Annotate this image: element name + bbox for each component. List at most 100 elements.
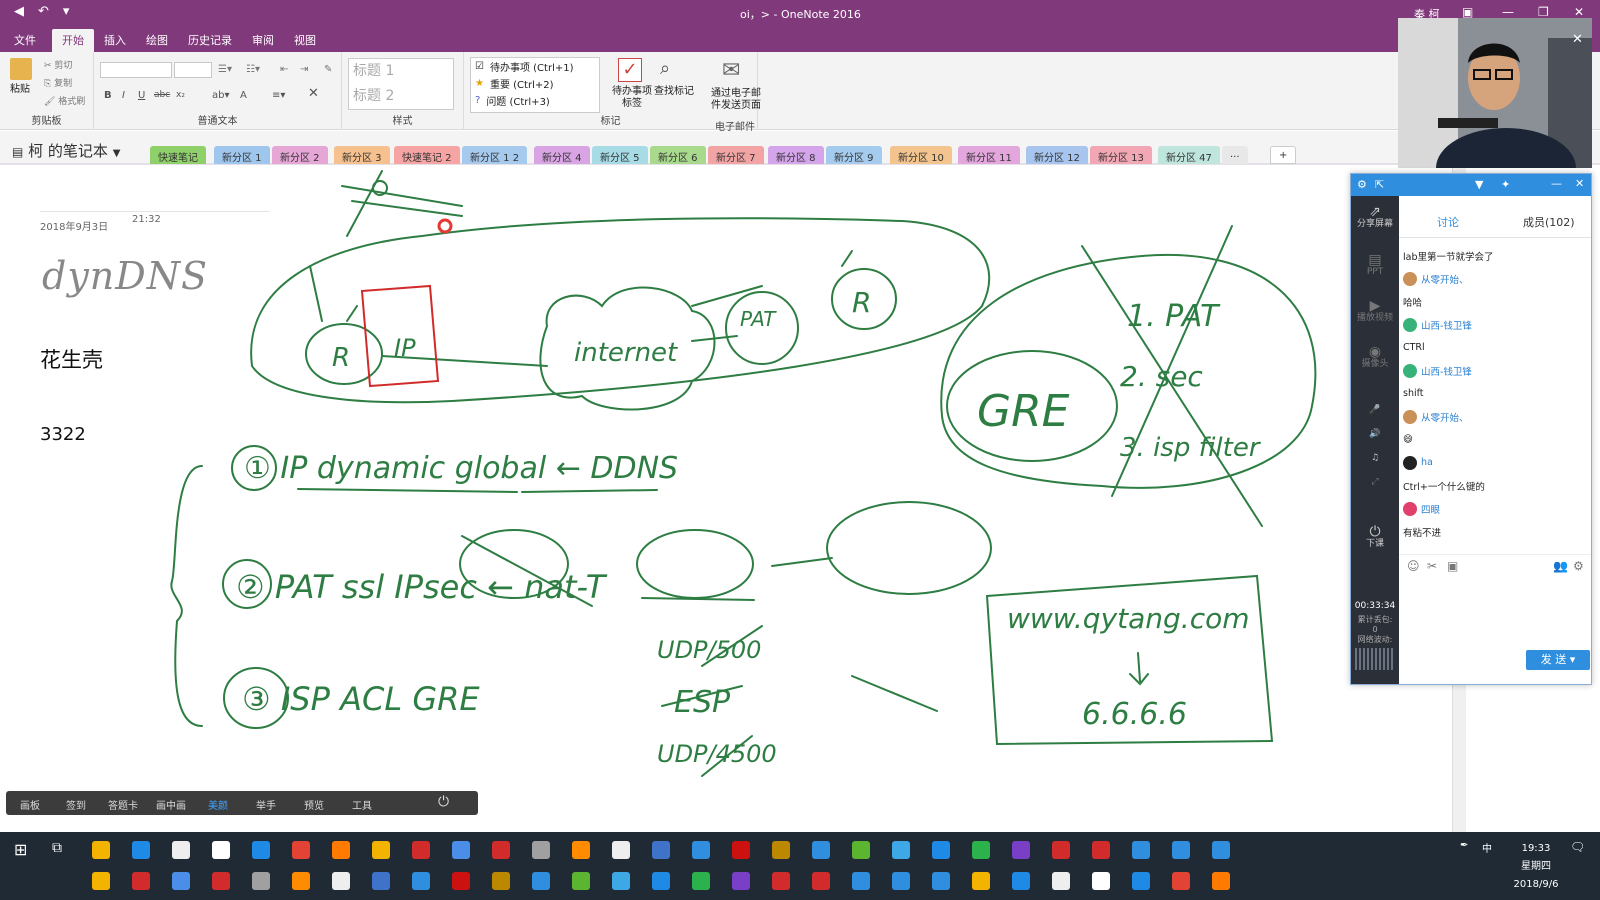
bullets-icon[interactable]: ☰▾ [218,64,232,75]
section-tab[interactable]: 新分区 13 [1090,146,1152,164]
tag-important[interactable]: ★ 重要 (Ctrl+2) [471,75,599,92]
windows-start-icon[interactable]: ⊞ [14,840,27,859]
taskbar-app-icon[interactable] [892,872,910,890]
bold-button[interactable]: B [104,90,112,101]
share-icon[interactable]: ⇱ [1375,178,1384,191]
tab-draw[interactable]: 绘图 [146,32,168,48]
section-tab[interactable]: 快速笔记 [150,146,206,164]
italic-button[interactable]: I [122,90,125,101]
clock[interactable]: 19:33 星期四 2018/9/6 [1506,840,1566,894]
taskbar-app-icon[interactable] [452,872,470,890]
taskbar-app-icon[interactable] [92,872,110,890]
section-tab[interactable]: 新分区 8 [768,146,824,164]
tab-members[interactable]: 成员(102) [1523,214,1575,230]
dropdown-icon[interactable]: ▼ [1475,178,1483,191]
tool-signin[interactable]: 签到 [66,797,86,812]
taskbar-app-icon[interactable] [292,872,310,890]
task-view-icon[interactable]: ⧉ [52,840,62,856]
taskbar-app-icon[interactable] [412,841,430,859]
todo-tag-icon[interactable]: ✓ [618,58,642,82]
taskbar-app-icon[interactable] [612,872,630,890]
add-section-button[interactable]: + [1270,146,1297,164]
styles-gallery[interactable]: 标题 1 标题 2 [348,58,454,110]
tool-pip[interactable]: 画中画 [156,797,186,812]
music-icon[interactable]: ♫ [1351,452,1399,464]
fullscreen-icon[interactable]: ⤢ [1351,476,1399,488]
taskbar-app-icon[interactable] [1012,872,1030,890]
section-tab[interactable]: 新分区 7 [708,146,764,164]
notebook-selector[interactable]: ▤ 柯 的笔记本 ▼ [12,140,120,161]
taskbar-app-icon[interactable] [1092,841,1110,859]
format-painter-button[interactable]: 🖌 格式刷 [44,94,85,107]
taskbar-app-icon[interactable] [532,841,550,859]
notification-icon[interactable]: 🗨 [1570,840,1585,854]
taskbar-app-icon[interactable] [772,872,790,890]
section-tab[interactable]: 新分区 1 2 [462,146,528,164]
tag-todo[interactable]: ☑ 待办事项 (Ctrl+1) [471,58,599,75]
ime-indicator[interactable]: 中 [1482,840,1492,855]
taskbar-app-icon[interactable] [652,872,670,890]
panel-close-icon[interactable]: ✕ [1575,177,1584,190]
paste-button[interactable]: 粘贴 [10,84,30,96]
taskbar-app-icon[interactable] [852,841,870,859]
highlight-icon[interactable]: ab▾ [212,90,230,101]
envelope-icon[interactable]: ✉ [722,58,740,83]
chat-user[interactable]: 从零开始、 [1403,267,1583,290]
speaker-icon[interactable]: 🔊 [1351,428,1399,440]
chat-user[interactable]: 山西-钱卫锋 [1403,313,1583,336]
taskbar-app-icon[interactable] [692,841,710,859]
tool-tools[interactable]: 工具 [352,797,372,812]
clear-format-icon[interactable]: ✎ [324,64,332,75]
taskbar-app-icon[interactable] [252,872,270,890]
play-video-button[interactable]: ▶ 播放视频 [1351,299,1399,324]
quick-access-dropdown-icon[interactable]: ▾ [63,4,70,19]
send-dropdown-icon[interactable]: ▾ [1570,653,1576,666]
tab-file[interactable]: 文件 [14,32,36,48]
taskbar-app-icon[interactable] [932,841,950,859]
taskbar-app-icon[interactable] [1212,872,1230,890]
taskbar-app-icon[interactable] [812,872,830,890]
webcam-close-icon[interactable]: ✕ [1572,32,1583,47]
taskbar-app-icon[interactable] [212,841,230,859]
taskbar-app-icon[interactable] [412,872,430,890]
taskbar-app-icon[interactable] [932,872,950,890]
tab-home[interactable]: 开始 [52,29,94,54]
taskbar-app-icon[interactable] [212,872,230,890]
taskbar-app-icon[interactable] [772,841,790,859]
section-tab[interactable]: 新分区 3 [334,146,390,164]
taskbar-app-icon[interactable] [1172,872,1190,890]
tab-discussion[interactable]: 讨论 [1437,214,1459,230]
chat-settings-icon[interactable]: ⚙ [1573,559,1584,573]
tool-beauty[interactable]: 美颜 [208,797,228,812]
taskbar-app-icon[interactable] [1052,872,1070,890]
underline-button[interactable]: U [138,90,145,101]
tool-answer-card[interactable]: 答题卡 [108,797,138,812]
font-color-button[interactable]: A [240,90,247,101]
ribbon-display-icon[interactable]: ▣ [1462,5,1473,19]
chat-user[interactable]: 从零开始、 [1403,405,1583,428]
taskbar-app-icon[interactable] [972,872,990,890]
users-icon[interactable]: 👥 [1553,559,1568,573]
taskbar-app-icon[interactable] [892,841,910,859]
maximize-icon[interactable]: ❐ [1538,5,1549,19]
taskbar-app-icon[interactable] [132,872,150,890]
panel-minimize-icon[interactable]: — [1551,177,1562,190]
taskbar-app-icon[interactable] [692,872,710,890]
tag-question[interactable]: ? 问题 (Ctrl+3) [471,92,599,109]
taskbar-app-icon[interactable] [1172,841,1190,859]
paste-icon[interactable] [10,58,32,80]
minimize-icon[interactable]: — [1502,5,1514,19]
delete-icon[interactable]: ✕ [308,86,319,101]
taskbar-app-icon[interactable] [492,841,510,859]
cut-button[interactable]: ✂ 剪切 [44,58,72,71]
taskbar-app-icon[interactable] [372,841,390,859]
end-class-button[interactable]: ⏻ 下课 [1351,525,1399,550]
taskbar-app-icon[interactable] [172,841,190,859]
tab-review[interactable]: 审阅 [252,32,274,48]
taskbar-app-icon[interactable] [492,872,510,890]
style-heading-2[interactable]: 标题 2 [349,84,453,109]
numbering-icon[interactable]: ☷▾ [246,64,260,75]
style-heading-1[interactable]: 标题 1 [349,59,453,84]
taskbar-app-icon[interactable] [572,872,590,890]
taskbar-app-icon[interactable] [972,841,990,859]
